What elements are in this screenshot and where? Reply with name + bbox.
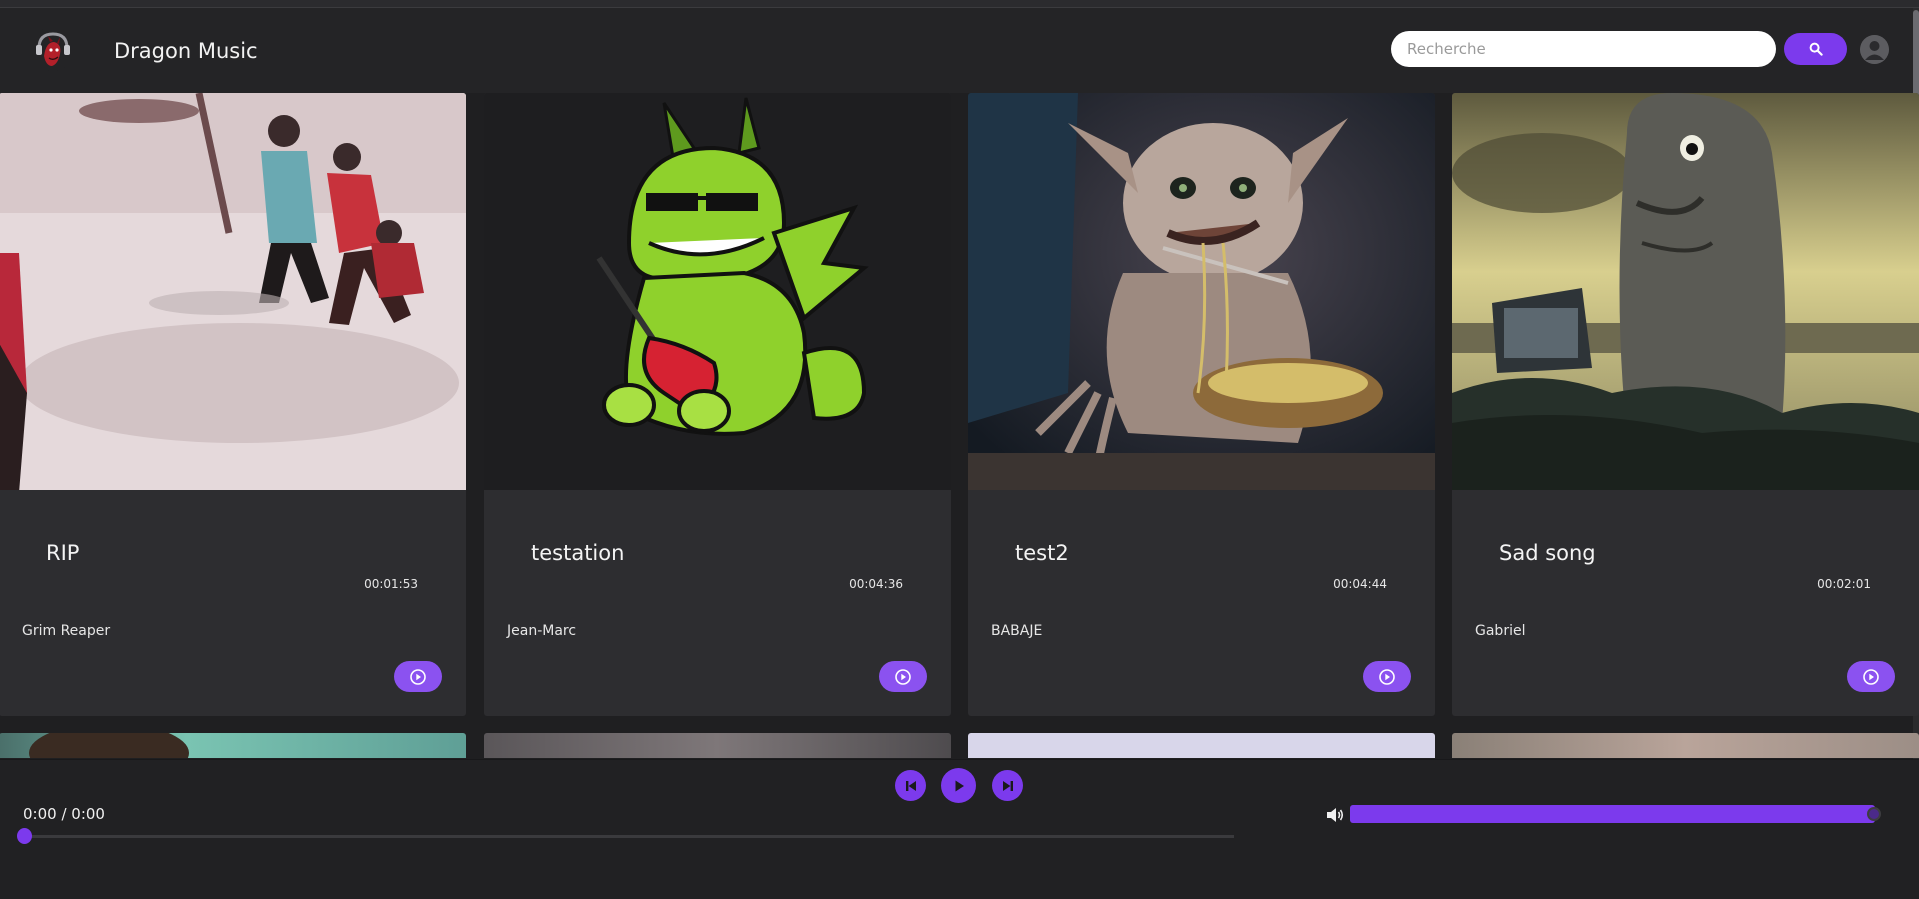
- song-artist: Jean-Marc: [507, 623, 577, 639]
- song-duration: 00:04:36: [849, 577, 903, 591]
- play-circle-icon: [895, 668, 911, 685]
- playback-time: 0:00 / 0:00: [23, 805, 105, 823]
- song-artist: BABAJE: [991, 623, 1043, 639]
- song-artist: Gabriel: [1475, 623, 1526, 639]
- seek-bar[interactable]: [24, 835, 1234, 838]
- search-icon: [1809, 42, 1823, 56]
- song-card-partial[interactable]: [0, 733, 466, 758]
- song-card[interactable]: Sad song 00:02:01 Gabriel: [1452, 93, 1919, 716]
- song-artist: Grim Reaper: [22, 623, 111, 639]
- song-cover-image: [1452, 93, 1919, 490]
- song-card-partial[interactable]: [968, 733, 1435, 758]
- volume-slider-thumb[interactable]: [1867, 807, 1881, 821]
- song-duration: 00:02:01: [1817, 577, 1871, 591]
- play-song-button[interactable]: [1363, 661, 1411, 692]
- user-avatar-icon[interactable]: [1860, 35, 1889, 64]
- search-button[interactable]: [1784, 33, 1847, 65]
- play-circle-icon: [410, 668, 426, 685]
- seek-bar-thumb[interactable]: [17, 828, 32, 844]
- song-title[interactable]: RIP: [46, 541, 79, 565]
- search-input[interactable]: [1391, 31, 1776, 67]
- song-title[interactable]: test2: [1015, 541, 1069, 565]
- previous-track-button[interactable]: [895, 770, 926, 801]
- song-duration: 00:01:53: [364, 577, 418, 591]
- song-card[interactable]: test2 00:04:44 BABAJE: [968, 93, 1435, 716]
- play-icon: [955, 780, 964, 791]
- play-song-button[interactable]: [394, 661, 442, 692]
- skip-previous-icon: [905, 780, 916, 791]
- dragon-logo-icon[interactable]: [30, 26, 76, 72]
- play-song-button[interactable]: [1847, 661, 1895, 692]
- song-title[interactable]: testation: [531, 541, 624, 565]
- skip-next-icon: [1002, 780, 1013, 791]
- app-title[interactable]: Dragon Music: [114, 39, 258, 63]
- play-circle-icon: [1863, 668, 1879, 685]
- song-card-partial[interactable]: [484, 733, 951, 758]
- play-song-button[interactable]: [879, 661, 927, 692]
- song-cover-image: [484, 93, 951, 490]
- play-circle-icon: [1379, 668, 1395, 685]
- song-cover-image: [0, 93, 466, 493]
- song-cover-image: [968, 93, 1435, 490]
- song-duration: 00:04:44: [1333, 577, 1387, 591]
- song-card[interactable]: testation 00:04:36 Jean-Marc: [484, 93, 951, 716]
- volume-icon[interactable]: [1325, 806, 1345, 824]
- song-card[interactable]: RIP 00:01:53 Grim Reaper: [0, 93, 466, 716]
- audio-player: 0:00 / 0:00: [0, 759, 1919, 899]
- volume-slider[interactable]: [1350, 805, 1875, 823]
- volume-level: [1350, 805, 1875, 823]
- app-header: Dragon Music: [0, 8, 1919, 93]
- song-title[interactable]: Sad song: [1499, 541, 1596, 565]
- song-grid: RIP 00:01:53 Grim Reaper testation 00:04…: [0, 93, 1919, 758]
- next-track-button[interactable]: [992, 770, 1023, 801]
- play-pause-button[interactable]: [941, 768, 976, 803]
- window-top-border: [0, 0, 1919, 8]
- song-card-partial[interactable]: [1452, 733, 1919, 758]
